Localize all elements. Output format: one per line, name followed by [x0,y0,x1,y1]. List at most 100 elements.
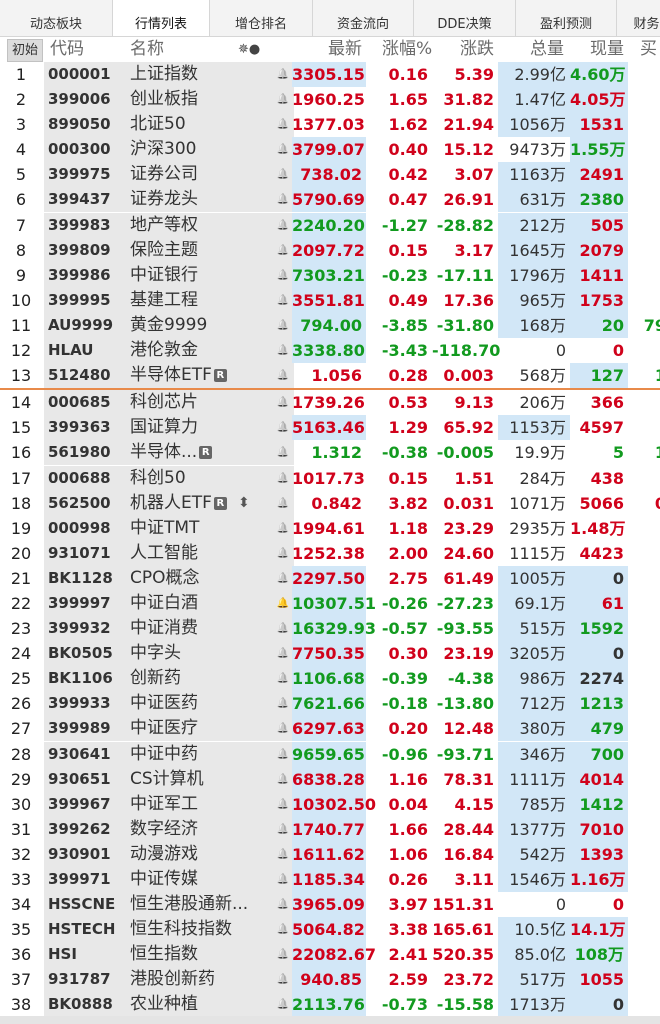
horizontal-scrollbar[interactable] [0,1016,660,1024]
stock-name: 机器人ETF R [128,490,294,516]
tab-1[interactable]: 行情列表 [113,0,210,36]
reset-sort-button[interactable]: 初始 [7,39,43,62]
table-row[interactable]: 3 899050 北证50 🔔 1377.03 1.62 21.94 1056万 1531 [0,112,660,138]
header-buy[interactable]: 买 [640,37,657,62]
bell-icon[interactable]: 🔔 [276,817,290,842]
table-row[interactable]: 1 000001 上证指数 🔔 3305.15 0.16 5.39 2.99亿 4.60万 [0,62,660,87]
bell-icon[interactable]: 🔔 [276,338,290,363]
table-row[interactable]: 10 399995 基建工程 🔔 3551.81 0.49 17.36 965万 1753 [0,287,660,313]
bell-icon[interactable]: 🔔 [276,313,290,338]
bell-icon[interactable]: 🔔 [276,967,290,992]
bell-icon[interactable]: 🔔 [276,691,290,716]
bell-icon[interactable]: 🔔 [276,363,290,388]
bell-icon[interactable]: 🔔 [276,716,290,741]
table-row[interactable]: 8 399809 保险主题 🔔 2097.72 0.15 3.17 1645万 2079 [0,237,660,263]
header-name[interactable]: 名称 [130,37,164,62]
row-index: 24 [10,644,32,664]
bell-icon[interactable]: 🔔 [276,112,290,137]
header-code[interactable]: 代码 [50,37,84,62]
table-row[interactable]: 4 000300 沪深300 🔔 3799.07 0.40 15.12 9473万 1.55万 [0,137,660,163]
bell-icon[interactable]: 🔔 [276,87,290,112]
table-row[interactable]: 19 000998 中证TMT 🔔 1994.61 1.18 23.29 2935万 1.48万 [0,515,660,541]
table-row[interactable]: 36 HSI 恒生指数 🔔 22082.67 2.41 520.35 85.0亿 108万 [0,942,660,968]
bell-icon[interactable]: 🔔 [276,390,290,415]
table-row[interactable]: 32 930901 动漫游戏 🔔 1611.62 1.06 16.84 542万 1393 [0,841,660,867]
bell-icon[interactable]: 🔔 [276,440,290,465]
bell-icon[interactable]: 🔔 [276,742,290,767]
table-row[interactable]: 13512480半导体ETFR🔔1.0560.280.003568万1271 [0,363,660,391]
bell-icon[interactable]: 🔔 [276,917,290,942]
change-percent: 2.00 [388,543,428,563]
table-row[interactable]: 31 399262 数字经济 🔔 1740.77 1.66 28.44 1377万 7010 [0,816,660,842]
table-row[interactable]: 23 399932 中证消费 🔔 16329.93 -0.57 -93.55 515万 1592 [0,616,660,642]
table-row[interactable]: 16561980半导体...R🔔1.312-0.38-0.00519.9万51 [0,440,660,466]
table-row[interactable]: 9 399986 中证银行 🔔 7303.21 -0.23 -17.11 1796万 1411 [0,262,660,288]
bell-icon[interactable]: 🔔 [276,415,290,440]
table-row[interactable]: 30 399967 中证军工 🔔 10302.50 0.04 4.15 785万 1412 [0,791,660,817]
header-pct[interactable]: 涨幅% [382,37,432,62]
table-row[interactable]: 20 931071 人工智能 🔔 1252.38 2.00 24.60 1115万 4423 [0,540,660,566]
table-row[interactable]: 28 930641 中证中药 🔔 9659.65 -0.96 -93.71 346万 700 [0,741,660,767]
bell-icon[interactable]: 🔔 [276,641,290,666]
bell-icon[interactable]: 🔔 [276,616,290,641]
tab-0[interactable]: 动态板块 [0,0,113,36]
bell-icon[interactable]: 🔔 [276,591,290,616]
table-row[interactable]: 17 000688 科创50 🔔 1017.73 0.15 1.51 284万 438 [0,465,660,491]
bell-icon[interactable]: 🔔 [276,792,290,817]
table-row[interactable]: 6 399437 证券龙头 🔔 5790.69 0.47 26.91 631万 2380 [0,187,660,213]
bell-icon[interactable]: 🔔 [276,62,290,87]
table-row[interactable]: 21 BK1128 CPO概念 🔔 2297.50 2.75 61.49 1005万 0 [0,565,660,591]
table-row[interactable]: 38 BK0888 农业种植 🔔 2113.76 -0.73 -15.58 1713万 0 [0,992,660,1018]
bell-icon[interactable]: 🔔 [276,942,290,967]
bell-icon[interactable]: 🔔 [276,842,290,867]
change-value: 17.36 [443,290,494,310]
tab-4[interactable]: DDE决策 [414,0,516,36]
bell-icon[interactable]: 🔔 [276,137,290,162]
table-row[interactable]: 26 399933 中证医药 🔔 7621.66 -0.18 -13.80 712万 1213 [0,691,660,717]
bell-icon[interactable]: 🔔 [276,187,290,212]
header-vol[interactable]: 总量 [530,37,564,62]
bell-icon[interactable]: 🔔 [276,213,290,238]
table-row[interactable]: 37 931787 港股创新药 🔔 940.85 2.59 23.72 517万 1055 [0,967,660,993]
table-row[interactable]: 11 AU9999黄金9999 🔔794.00 -3.85 -31.80168万20 79 [0,312,660,338]
header-chg[interactable]: 涨跌 [460,37,494,62]
table-row[interactable]: 33 399971 中证传媒 🔔 1185.34 0.26 3.11 1546万 1.16万 [0,867,660,892]
table-row[interactable]: 15 399363 国证算力 🔔 5163.46 1.29 65.92 1153万 4597 [0,415,660,441]
table-row[interactable]: 25 BK1106 创新药 🔔 1106.68 -0.39 -4.38 986万 2274 [0,666,660,692]
table-row[interactable]: 14 000685 科创芯片 🔔 1739.26 0.53 9.13 206万 366 [0,390,660,416]
bell-icon[interactable]: 🔔 [276,288,290,313]
change-percent: 0.42 [388,165,428,185]
tab-3[interactable]: 资金流向 [313,0,414,36]
bell-icon[interactable]: 🔔 [276,867,290,892]
table-row[interactable]: 22 399997 中证白酒 🔔 10307.51 -0.26 -27.23 69.1万 61 [0,590,660,616]
bell-icon[interactable]: 🔔 [276,263,290,288]
bell-icon[interactable]: 🔔 [276,566,290,591]
table-row[interactable]: 35 HSTECH 恒生科技指数 🔔 5064.82 3.38 165.61 10.5亿 14.… [0,917,660,943]
change-percent: 0.28 [388,366,428,386]
bell-icon[interactable]: 🔔 [276,516,290,541]
table-row[interactable]: 29 930651 CS计算机 🔔 6838.28 1.16 78.31 1111万 4014 [0,766,660,792]
bell-icon[interactable]: 🔔 [276,541,290,566]
table-row[interactable]: 34 HSSCNE 恒生港股通新... 🔔 3965.09 3.97 151.31 0 0 [0,892,660,918]
table-row[interactable]: 18 562500 机器人ETF R ⬍ 🔔 0.842 3.82 0.031 1071万 5066… [0,490,660,516]
table-row[interactable]: 7 399983 地产等权 🔔 2240.20 -1.27 -28.82 212万 505 [0,212,660,238]
table-row[interactable]: 24 BK0505 中字头 🔔 7750.35 0.30 23.19 3205万 0 [0,641,660,667]
tab-5[interactable]: 盈利预测 [516,0,617,36]
table-row[interactable]: 12 HLAU 港伦敦金 🔔 3338.80 -3.43 -118.70 0 0 [0,338,660,364]
tab-2[interactable]: 增仓排名 [210,0,313,36]
bell-icon[interactable]: 🔔 [276,767,290,792]
table-row[interactable]: 2 399006 创业板指 🔔 1960.25 1.65 31.82 1.47亿 4.05万 [0,87,660,113]
bell-icon[interactable]: 🔔 [276,491,290,516]
header-filter-icon[interactable]: ✵● [238,37,260,62]
table-row[interactable]: 27 399989 中证医疗 🔔 6297.63 0.20 12.48 380万 479 [0,716,660,742]
bell-icon[interactable]: 🔔 [276,162,290,187]
bell-icon[interactable]: 🔔 [276,892,290,917]
bell-icon[interactable]: 🔔 [276,238,290,263]
bell-icon[interactable]: 🔔 [276,666,290,691]
header-price[interactable]: 最新 [328,37,362,62]
bell-icon[interactable]: 🔔 [276,466,290,491]
header-cur[interactable]: 现量 [590,37,624,62]
bell-icon[interactable]: 🔔 [276,992,290,1017]
tab-6[interactable]: 财务 [617,0,660,36]
table-row[interactable]: 5 399975 证券公司 🔔 738.02 0.42 3.07 1163万 2491 [0,162,660,188]
